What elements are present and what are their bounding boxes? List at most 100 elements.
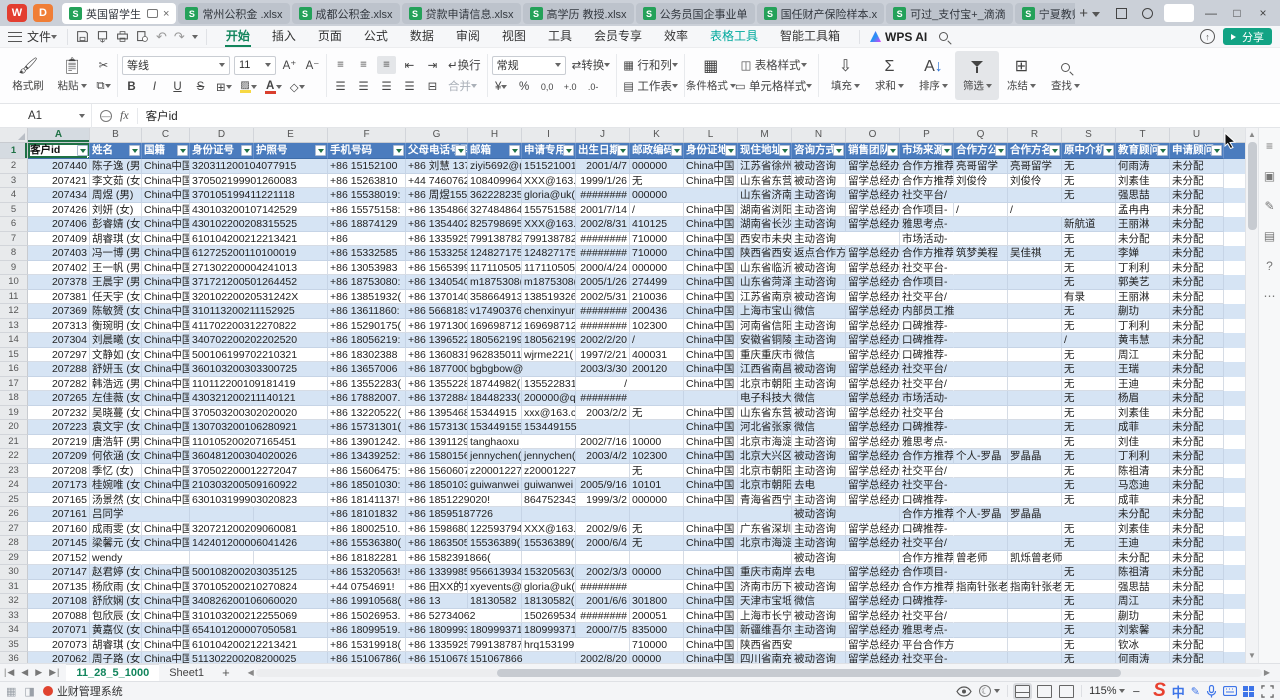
cell[interactable]: 主动咨询 [792, 623, 846, 638]
cell[interactable] [738, 507, 792, 522]
cell[interactable] [954, 565, 1008, 580]
cell[interactable]: 207265 [28, 391, 90, 406]
cell[interactable]: 被动咨询 [792, 609, 846, 624]
cell[interactable]: 社交平台- [900, 478, 954, 493]
cell[interactable]: guiwanwei [522, 478, 576, 493]
cell[interactable]: 刘素佳 [1116, 406, 1170, 421]
cell[interactable]: 成雨雯 (女 [90, 522, 142, 537]
cell[interactable]: +86 1360831276 [406, 348, 468, 363]
cell[interactable]: 合作项目- [900, 275, 954, 290]
row-number[interactable]: 16 [0, 362, 28, 377]
cell[interactable]: 2005/1/26 [576, 275, 630, 290]
convert-button[interactable]: ⇄ 转换 [570, 56, 613, 74]
column-header-O[interactable]: O [846, 128, 900, 142]
cell[interactable]: 无 [1062, 275, 1116, 290]
cell[interactable]: +86 18101832 [328, 507, 406, 522]
cell[interactable]: 207304 [28, 333, 90, 348]
row-number[interactable]: 33 [0, 609, 28, 624]
cell[interactable]: 吴佳祺 [1008, 246, 1062, 261]
column-header-F[interactable]: F [328, 128, 406, 142]
cell[interactable]: 未分配 [1170, 188, 1224, 203]
cell[interactable]: 河南省信阳 [738, 319, 792, 334]
cell[interactable]: 未分配 [1170, 420, 1224, 435]
cell[interactable]: / [954, 203, 1008, 218]
table-style-button[interactable]: ◫ 表格样式 [733, 56, 815, 74]
cell[interactable]: 未分配 [1170, 435, 1224, 450]
tab-list-caret-icon[interactable] [1092, 12, 1100, 21]
copy-button[interactable]: ⧉ [94, 77, 113, 95]
cell[interactable]: 无 [1062, 478, 1116, 493]
cell[interactable]: 留学总经办 [846, 290, 900, 305]
cell[interactable]: 未分配 [1170, 652, 1224, 663]
cell[interactable]: +86 1339985047! [406, 565, 468, 580]
qat-caret-icon[interactable] [192, 35, 198, 42]
cell[interactable]: China中国 [684, 304, 738, 319]
cell[interactable]: +86 18182281 [328, 551, 406, 566]
bold-button[interactable]: B [122, 78, 141, 96]
cell[interactable]: 北京大兴区 [738, 449, 792, 464]
justify-icon[interactable]: ☰ [400, 77, 419, 95]
cell[interactable]: 留学总经办 [846, 377, 900, 392]
decrease-indent-icon[interactable]: ⇤ [400, 56, 419, 74]
cell[interactable]: China中国 [684, 159, 738, 174]
cell[interactable]: +86 13901242. [328, 435, 406, 450]
cell[interactable]: 2002/5/31 [576, 290, 630, 305]
cell[interactable]: 411702200312270822 [190, 319, 254, 334]
cell[interactable]: 无 [1062, 188, 1116, 203]
cell[interactable]: 无 [630, 536, 684, 551]
cell[interactable]: 无 [1062, 377, 1116, 392]
cell[interactable]: XXX@163. [522, 522, 576, 537]
cell[interactable]: 雅思考点- [900, 217, 954, 232]
cell[interactable]: +86 1354866895: [406, 203, 468, 218]
cell[interactable]: 刘妍 (女) [90, 203, 142, 218]
cell[interactable]: 青海省西宁 [738, 493, 792, 508]
scroll-down-icon[interactable]: ▼ [1248, 649, 1256, 663]
cell[interactable]: 无 [1062, 261, 1116, 276]
header-cell[interactable]: 咨询方式 [792, 143, 846, 159]
cell[interactable] [954, 493, 1008, 508]
cell[interactable]: 重庆市南岸 [738, 565, 792, 580]
cell[interactable]: 654101200007050581 [190, 623, 254, 638]
cell[interactable]: +86 56681836 [406, 304, 468, 319]
cell[interactable]: 未分配 [1170, 580, 1224, 595]
cell[interactable]: 留学总经办 [846, 319, 900, 334]
cell[interactable]: 四川省南充 [738, 652, 792, 663]
cell[interactable]: 主动咨询 [792, 435, 846, 450]
row-number[interactable]: 21 [0, 435, 28, 450]
hscroll-right-icon[interactable]: ▶ [1264, 668, 1270, 677]
cell[interactable]: ######## [576, 188, 630, 203]
row-number[interactable]: 26 [0, 507, 28, 522]
filter-dropdown-icon[interactable] [393, 145, 404, 156]
cell[interactable]: 2002/9/6 [576, 522, 630, 537]
cell[interactable]: chenxinyur [522, 304, 576, 319]
cell[interactable]: 108409964 [468, 174, 522, 189]
cell[interactable]: 410125 [630, 217, 684, 232]
cell[interactable]: 207223 [28, 420, 90, 435]
cell[interactable]: China中国 [142, 275, 190, 290]
cell[interactable]: 151521001 [522, 159, 576, 174]
cell[interactable]: 340826200106060020 [190, 594, 254, 609]
cell[interactable]: 未分配 [1170, 623, 1224, 638]
ime-mode-indicator[interactable]: 中 [1172, 682, 1185, 700]
cell[interactable]: 何雨涛 [1116, 159, 1170, 174]
cell[interactable]: 500108200203035125 [190, 565, 254, 580]
cell[interactable]: 上海市长宁 [738, 609, 792, 624]
cell[interactable]: 黄嘉仪 (女 [90, 623, 142, 638]
cell[interactable]: 无 [1062, 536, 1116, 551]
row-number[interactable]: 10 [0, 275, 28, 290]
font-size-select[interactable]: 11 [234, 56, 276, 75]
cell[interactable]: +86 1863505000( [406, 536, 468, 551]
cell[interactable]: 周煜 (男) [90, 188, 142, 203]
sheet-tab-active[interactable]: 11_28_5_1000 [66, 664, 159, 682]
cell[interactable]: China中国 [142, 319, 190, 334]
cell[interactable]: China中国 [142, 623, 190, 638]
wps-ai-button[interactable]: WPS AI [859, 30, 927, 44]
cell[interactable]: 强思喆 [1116, 188, 1170, 203]
cell[interactable]: +86 1598680231: [406, 522, 468, 537]
cell[interactable]: 2000/6/4 [576, 536, 630, 551]
cell[interactable]: bgbgbow@ [468, 362, 522, 377]
filter-button[interactable]: 筛选 [955, 51, 999, 100]
cell[interactable]: 未分配 [1116, 551, 1170, 566]
cell[interactable] [954, 348, 1008, 363]
horizontal-scrollbar[interactable]: ◀ ▶ [248, 668, 1270, 678]
